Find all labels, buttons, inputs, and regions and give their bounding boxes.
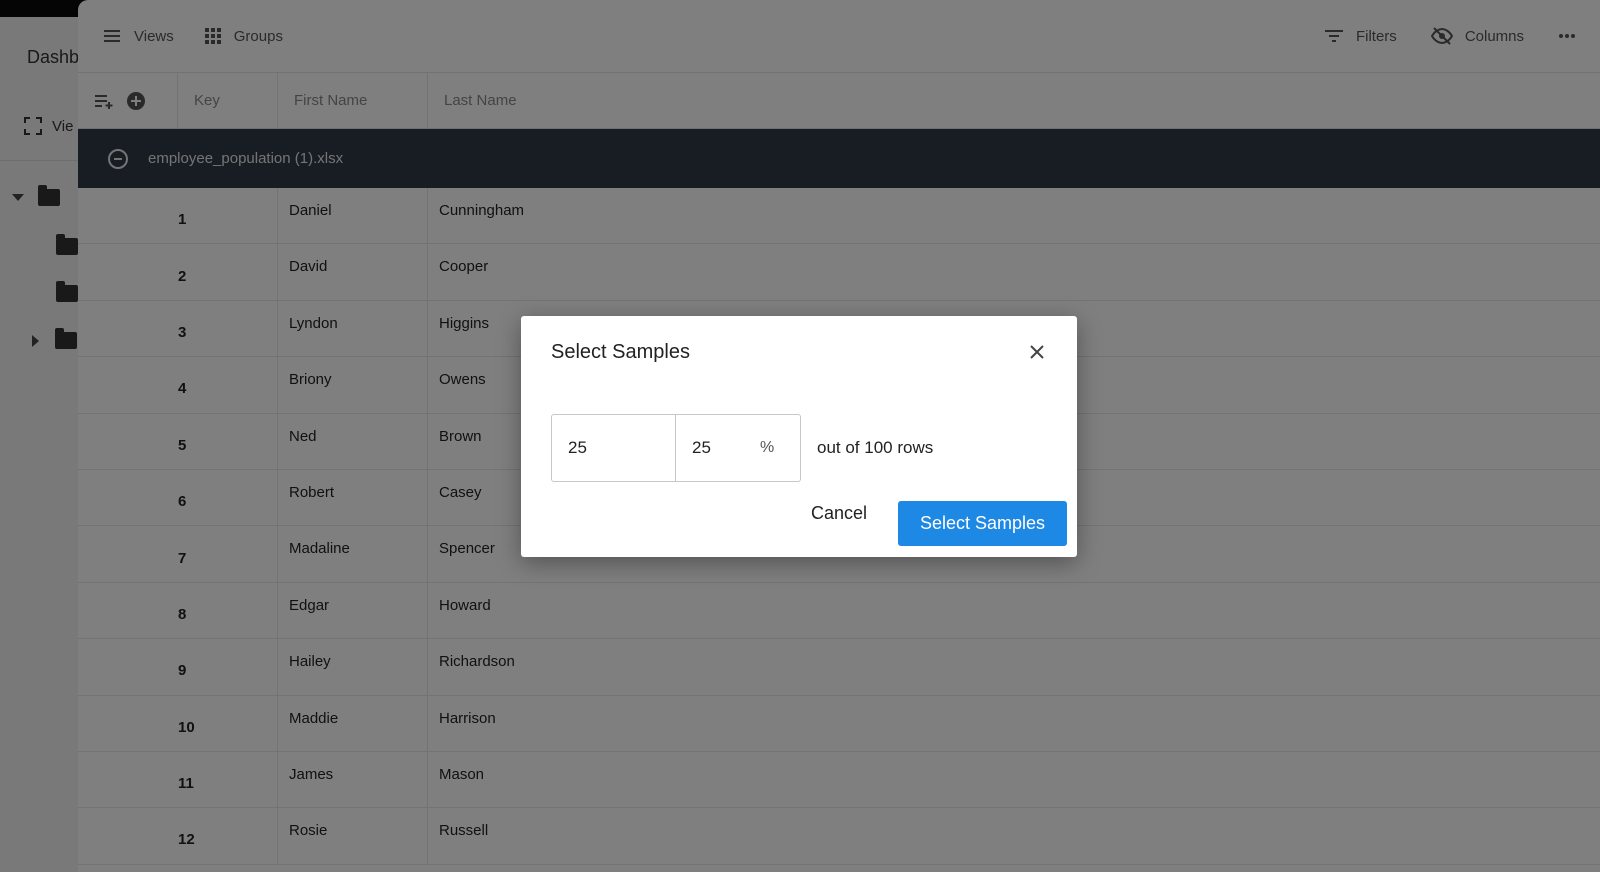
sample-inputs: % out of 100 rows: [551, 414, 933, 482]
dialog-title: Select Samples: [551, 341, 690, 363]
out-of-rows-text: out of 100 rows: [817, 438, 934, 457]
cancel-button[interactable]: Cancel: [811, 503, 867, 524]
sample-percent-field[interactable]: %: [676, 414, 801, 482]
sample-percent-input[interactable]: [692, 438, 752, 458]
sample-count-input[interactable]: [551, 414, 676, 482]
select-samples-button[interactable]: Select Samples: [898, 501, 1067, 546]
percent-sign: %: [760, 439, 775, 456]
select-samples-dialog: Select Samples % out of 100 rows Cancel …: [521, 316, 1077, 557]
close-icon[interactable]: [1027, 342, 1047, 362]
